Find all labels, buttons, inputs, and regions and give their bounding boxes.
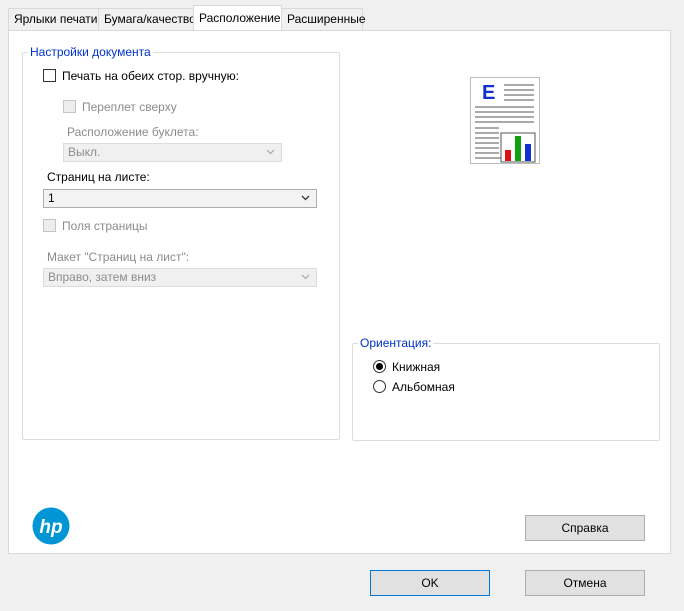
preview-letter: E — [482, 82, 495, 104]
tab-paper-quality-text: Бумага/качество — [104, 12, 196, 26]
portrait-radio[interactable] — [373, 360, 386, 373]
pages-per-sheet-value: 1 — [48, 191, 55, 205]
page-borders-checkbox[interactable] — [43, 219, 56, 232]
ok-button-label: OK — [421, 576, 439, 590]
portrait-label: Книжная — [392, 360, 441, 374]
booklet-select[interactable]: Выкл. — [63, 143, 282, 162]
page-order-select[interactable]: Вправо, затем вниз — [43, 268, 317, 287]
booklet-select-value: Выкл. — [68, 145, 101, 159]
tab-labels[interactable]: Ярлыки печати — [8, 8, 99, 30]
cancel-button[interactable]: Отмена — [525, 570, 645, 596]
booklet-label: Расположение буклета: — [67, 125, 199, 139]
pages-per-sheet-select[interactable]: 1 — [43, 189, 317, 208]
flip-top-checkbox[interactable] — [63, 100, 76, 113]
page-order-value: Вправо, затем вниз — [48, 270, 157, 284]
tab-layout[interactable]: Расположение — [193, 5, 282, 30]
pages-per-sheet-label: Страниц на листе: — [47, 170, 150, 184]
landscape-label: Альбомная — [392, 380, 455, 394]
tab-paper-quality[interactable]: Бумага/качество — [98, 8, 196, 30]
chevron-down-icon — [301, 274, 310, 280]
orientation-legend: Ориентация: — [358, 336, 434, 350]
document-settings-legend: Настройки документа — [28, 45, 153, 59]
hp-logo-icon: hp — [32, 507, 70, 545]
chevron-down-icon — [266, 149, 275, 155]
ok-button[interactable]: OK — [370, 570, 490, 596]
landscape-radio[interactable] — [373, 380, 386, 393]
tab-advanced-text: Расширенные — [287, 12, 366, 26]
tab-layout-text: Расположение — [199, 11, 281, 25]
flip-top-label: Переплет сверху — [82, 100, 177, 114]
duplex-manual-label: Печать на обеих стор. вручную: — [62, 69, 239, 83]
tab-advanced[interactable]: Расширенные — [281, 8, 366, 30]
duplex-manual-checkbox[interactable] — [43, 69, 56, 82]
page-order-label: Макет "Страниц на лист": — [47, 250, 190, 264]
page-borders-label: Поля страницы — [62, 219, 148, 233]
cancel-button-label: Отмена — [563, 576, 607, 590]
chevron-down-icon — [301, 195, 310, 201]
document-preview-icon: E — [475, 82, 536, 163]
hp-logo-text: hp — [39, 517, 62, 538]
hp-logo: hp — [32, 507, 70, 545]
page-preview: E — [470, 77, 540, 164]
tab-labels-text: Ярлыки печати — [14, 12, 98, 26]
help-button[interactable]: Справка — [525, 515, 645, 541]
help-button-label: Справка — [561, 521, 609, 535]
